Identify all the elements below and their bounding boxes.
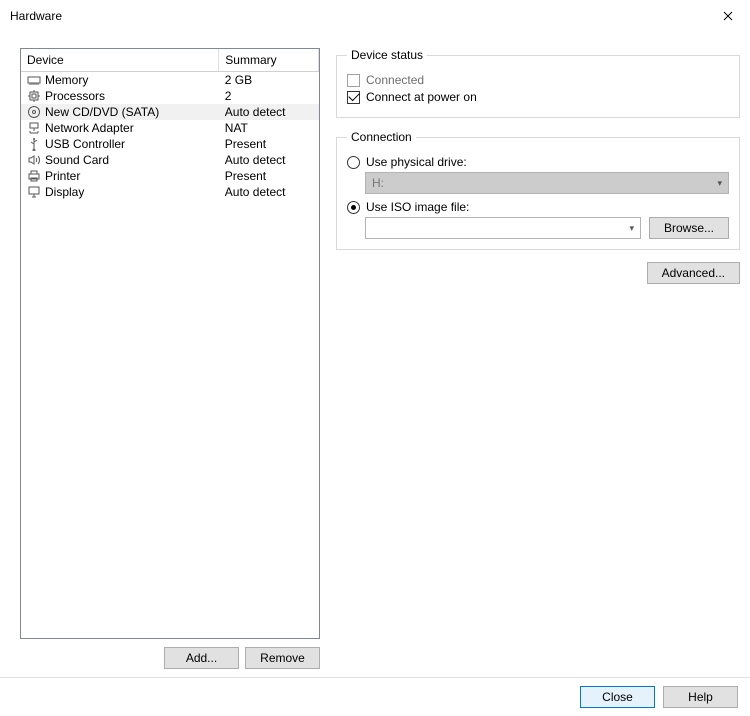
- network-icon: [27, 121, 41, 135]
- sound-icon: [27, 153, 41, 167]
- device-row[interactable]: USB Controller Present: [21, 136, 319, 152]
- chevron-down-icon[interactable]: ▾: [629, 223, 634, 234]
- usb-icon: [27, 137, 41, 151]
- device-status-group: Device status Connected Connect at power…: [336, 48, 740, 118]
- help-button[interactable]: Help: [663, 686, 738, 708]
- col-device[interactable]: Device: [21, 49, 219, 72]
- display-icon: [27, 185, 41, 199]
- device-row[interactable]: Memory 2 GB: [21, 72, 319, 89]
- cpu-icon: [27, 89, 41, 103]
- device-summary: 2: [219, 88, 319, 104]
- physical-drive-value: H:: [372, 176, 384, 190]
- device-name: Processors: [45, 89, 105, 103]
- device-row[interactable]: Processors 2: [21, 88, 319, 104]
- physical-drive-radio[interactable]: [347, 156, 360, 169]
- iso-file-dropdown[interactable]: ▾: [365, 217, 641, 239]
- printer-icon: [27, 169, 41, 183]
- connect-poweron-checkbox[interactable]: [347, 91, 360, 104]
- device-row[interactable]: Network Adapter NAT: [21, 120, 319, 136]
- left-panel: Device Summary Memory2 GBProcessors2New …: [20, 48, 320, 669]
- disc-icon: [27, 105, 41, 119]
- device-summary: Auto detect: [219, 104, 319, 120]
- chevron-down-icon: ▾: [717, 178, 722, 189]
- device-row[interactable]: Sound Card Auto detect: [21, 152, 319, 168]
- col-summary[interactable]: Summary: [219, 49, 319, 72]
- device-name: USB Controller: [45, 137, 125, 151]
- connected-checkbox: [347, 74, 360, 87]
- device-row[interactable]: New CD/DVD (SATA) Auto detect: [21, 104, 319, 120]
- dialog-footer: Close Help: [0, 677, 750, 716]
- device-name: Memory: [45, 73, 88, 87]
- device-summary: NAT: [219, 120, 319, 136]
- connection-group: Connection Use physical drive: H: ▾ Use …: [336, 130, 740, 250]
- iso-file-label: Use ISO image file:: [366, 200, 469, 214]
- close-icon[interactable]: [705, 0, 750, 32]
- device-name: New CD/DVD (SATA): [45, 105, 159, 119]
- device-name: Printer: [45, 169, 80, 183]
- device-summary: Present: [219, 168, 319, 184]
- connected-label: Connected: [366, 73, 424, 87]
- remove-button[interactable]: Remove: [245, 647, 320, 669]
- device-name: Sound Card: [45, 153, 109, 167]
- right-panel: Device status Connected Connect at power…: [336, 48, 740, 669]
- memory-icon: [27, 73, 41, 87]
- physical-drive-label: Use physical drive:: [366, 155, 467, 169]
- physical-drive-dropdown: H: ▾: [365, 172, 729, 194]
- add-button[interactable]: Add...: [164, 647, 239, 669]
- device-status-legend: Device status: [347, 48, 427, 62]
- connection-legend: Connection: [347, 130, 416, 144]
- browse-button[interactable]: Browse...: [649, 217, 729, 239]
- titlebar: Hardware: [0, 0, 750, 32]
- window-title: Hardware: [10, 9, 62, 23]
- device-summary: Auto detect: [219, 152, 319, 168]
- iso-file-radio[interactable]: [347, 201, 360, 214]
- device-summary: Auto detect: [219, 184, 319, 200]
- close-button[interactable]: Close: [580, 686, 655, 708]
- device-name: Network Adapter: [45, 121, 134, 135]
- device-summary: 2 GB: [219, 72, 319, 89]
- device-row[interactable]: Printer Present: [21, 168, 319, 184]
- device-summary: Present: [219, 136, 319, 152]
- connect-poweron-label: Connect at power on: [366, 90, 477, 104]
- advanced-button[interactable]: Advanced...: [647, 262, 740, 284]
- device-row[interactable]: Display Auto detect: [21, 184, 319, 200]
- device-name: Display: [45, 185, 84, 199]
- device-list[interactable]: Device Summary Memory2 GBProcessors2New …: [20, 48, 320, 639]
